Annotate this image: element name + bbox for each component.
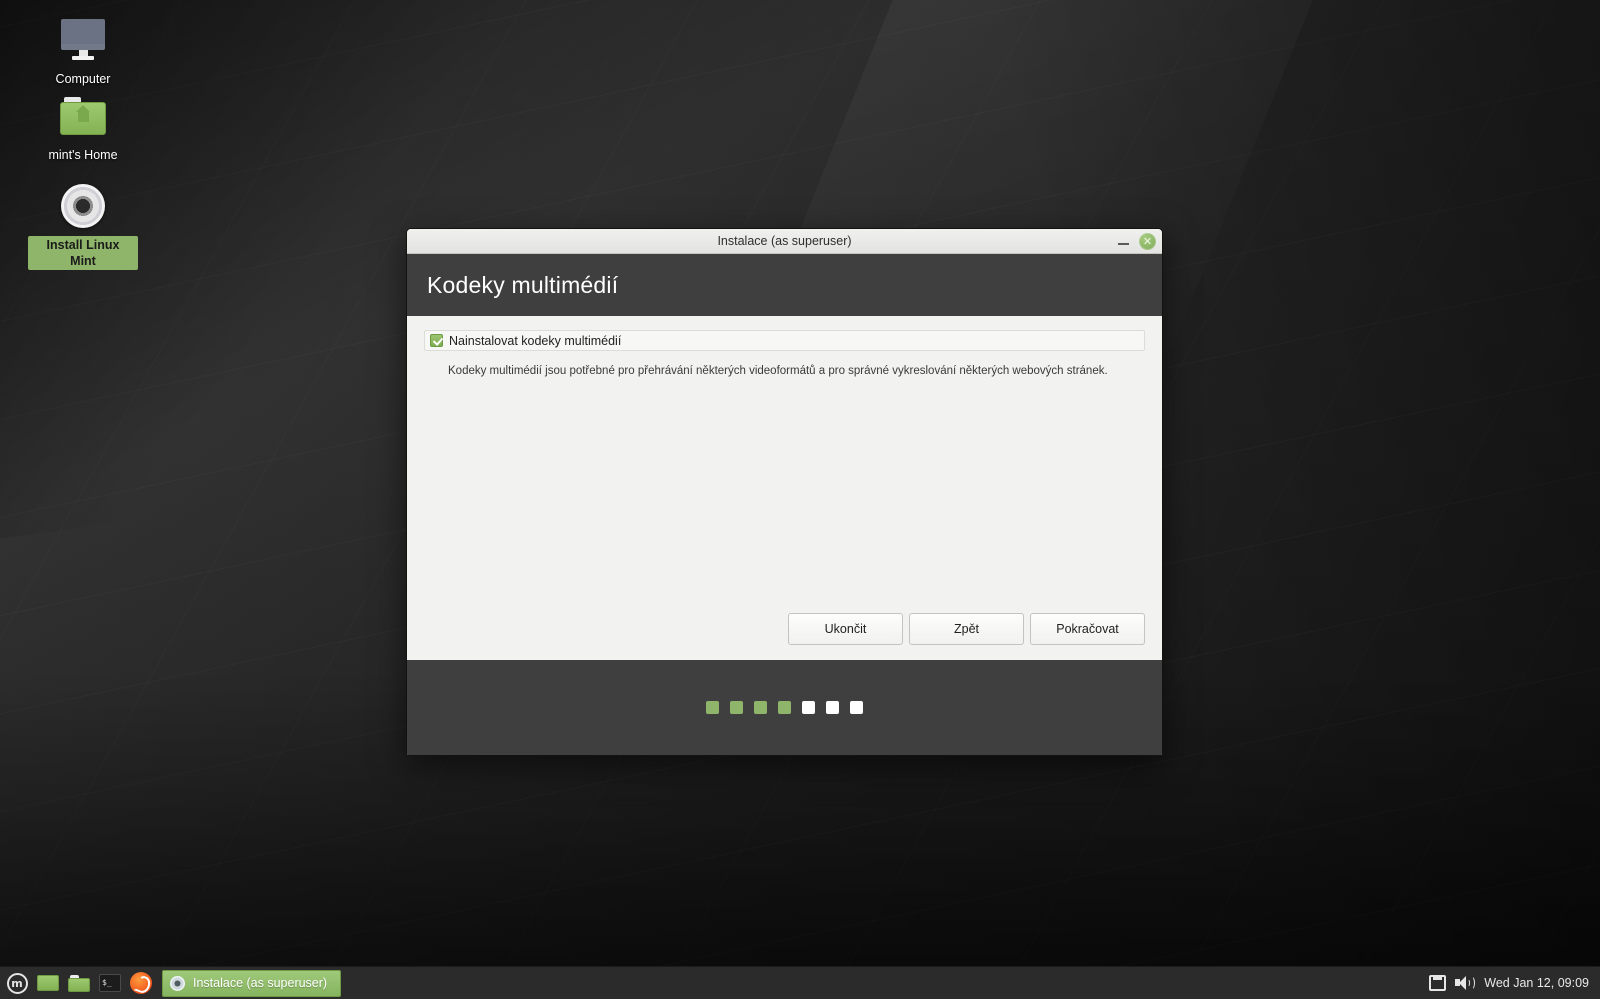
window-titlebar[interactable]: Instalace (as superuser) ✕	[407, 229, 1162, 254]
progress-dot-7	[850, 701, 863, 714]
taskbar-window-button-instalace[interactable]: Instalace (as superuser)	[162, 969, 342, 997]
wizard-progress-dots	[407, 660, 1162, 755]
installer-window[interactable]: Instalace (as superuser) ✕ Kodeky multim…	[406, 228, 1163, 756]
codecs-description: Kodeky multimédií jsou potřebné pro přeh…	[448, 365, 1108, 377]
wizard-body: Nainstalovat kodeky multimédií Kodeky mu…	[407, 316, 1162, 660]
quit-button[interactable]: Ukončit	[788, 613, 903, 645]
progress-dot-1	[706, 701, 719, 714]
display-icon[interactable]	[1429, 975, 1447, 991]
close-icon[interactable]: ✕	[1139, 233, 1156, 250]
desktop[interactable]: Computer mint's Home Install Linux Mint …	[0, 0, 1600, 999]
multimedia-codecs-option-row[interactable]: Nainstalovat kodeky multimédií	[424, 330, 1145, 351]
page-title: Kodeky multimédií	[427, 271, 619, 298]
progress-dot-4	[778, 701, 791, 714]
minimize-button[interactable]	[1117, 235, 1130, 248]
firefox-button[interactable]	[127, 970, 155, 997]
firefox-icon	[130, 972, 152, 994]
mint-menu-button[interactable]: m	[3, 970, 31, 997]
desktop-icon-label: Computer	[55, 72, 111, 86]
show-desktop-button[interactable]	[34, 970, 62, 997]
desktop-icon-home[interactable]: mint's Home	[28, 92, 138, 164]
clock[interactable]: Wed Jan 12, 09:09	[1484, 976, 1589, 990]
file-manager-icon	[68, 974, 90, 992]
install-codecs-label: Nainstalovat kodeky multimédií	[449, 333, 622, 348]
file-manager-button[interactable]	[65, 970, 93, 997]
desktop-icon-label: Install Linux Mint	[28, 236, 138, 270]
window-title: Instalace (as superuser)	[717, 234, 852, 248]
volume-icon[interactable]	[1455, 975, 1476, 991]
show-desktop-icon	[37, 975, 59, 991]
window-controls: ✕	[1117, 229, 1156, 254]
desktop-icon-computer[interactable]: Computer	[28, 16, 138, 88]
wizard-button-row: Ukončit Zpět Pokračovat	[788, 613, 1145, 645]
system-tray: Wed Jan 12, 09:09	[1429, 975, 1600, 991]
taskbar-window-label: Instalace (as superuser)	[193, 976, 328, 990]
back-button[interactable]: Zpět	[909, 613, 1024, 645]
terminal-button[interactable]: $_	[96, 970, 124, 997]
continue-button[interactable]: Pokračovat	[1030, 613, 1145, 645]
progress-dot-2	[730, 701, 743, 714]
desktop-icon-install-linux-mint[interactable]: Install Linux Mint	[28, 182, 138, 270]
taskbar[interactable]: m $_ Instalace (as superuser) Wed Jan 12…	[0, 966, 1600, 999]
terminal-icon: $_	[99, 974, 121, 992]
wizard-header: Kodeky multimédií	[407, 254, 1162, 316]
mint-menu-icon: m	[6, 972, 28, 994]
home-folder-icon	[28, 92, 138, 140]
cd-disc-icon	[28, 182, 138, 230]
installer-disc-icon	[170, 975, 185, 991]
progress-dot-6	[826, 701, 839, 714]
computer-monitor-icon	[28, 16, 138, 64]
taskbar-launchers: m $_	[0, 970, 155, 997]
progress-dot-5	[802, 701, 815, 714]
progress-dot-3	[754, 701, 767, 714]
install-codecs-checkbox[interactable]	[430, 334, 443, 347]
desktop-icon-label: mint's Home	[48, 148, 118, 162]
